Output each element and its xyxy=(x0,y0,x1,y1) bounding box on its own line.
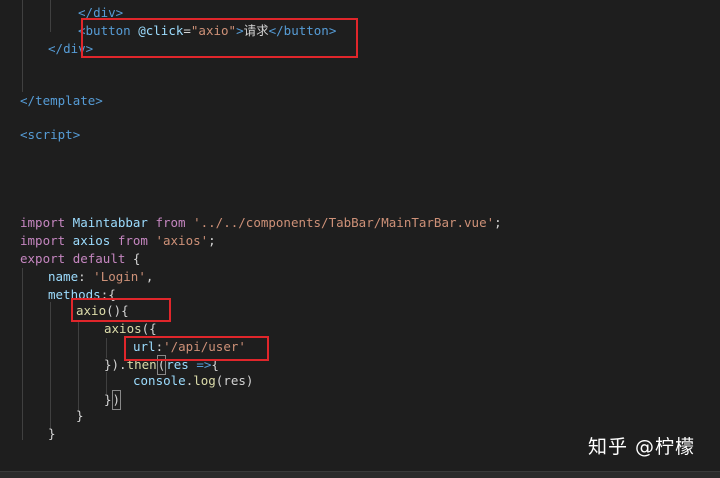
code-line: <script> xyxy=(20,126,80,144)
keyword: from xyxy=(155,215,186,230)
tag-bracket: </ xyxy=(20,93,36,108)
indent-guide xyxy=(22,0,23,92)
function-name: axios xyxy=(104,321,142,336)
code-line: console.log(res) xyxy=(133,373,254,388)
code-line: export default { xyxy=(20,251,141,266)
keyword: import xyxy=(20,233,66,248)
tag-bracket: < xyxy=(20,127,28,142)
identifier: Maintabbar xyxy=(65,215,156,230)
code-line: axios({ xyxy=(104,321,157,336)
keyword: default xyxy=(72,251,126,266)
identifier: axios xyxy=(65,233,118,248)
tag-name: script xyxy=(27,127,73,142)
code-line: name: 'Login', xyxy=(48,269,154,284)
code-line: import Maintabbar from '../../components… xyxy=(20,215,502,230)
code-line: } xyxy=(48,426,56,441)
string-literal: 'Login' xyxy=(93,269,146,284)
function-name: log xyxy=(193,373,216,388)
tag-bracket: </ xyxy=(48,41,64,56)
indent-guide xyxy=(78,320,79,412)
keyword: import xyxy=(20,215,66,230)
highlight-box-button xyxy=(81,18,358,58)
indent-guide xyxy=(50,302,51,430)
tag-bracket: > xyxy=(95,93,103,108)
tag-bracket: > xyxy=(72,127,81,142)
keyword: export xyxy=(20,251,66,266)
indent-guide xyxy=(22,268,23,440)
code-line: </template> xyxy=(20,92,103,110)
code-line: import axios from 'axios'; xyxy=(20,233,216,248)
code-line: }) xyxy=(104,390,122,410)
string-literal: '../../components/TabBar/MainTarBar.vue' xyxy=(193,215,495,230)
keyword: from xyxy=(117,233,148,248)
watermark-text: 知乎 @柠檬 xyxy=(588,436,696,458)
highlight-box-axio-method xyxy=(71,298,171,322)
code-editor[interactable]: </div> <button @click="axio">请求</button>… xyxy=(0,0,720,478)
horizontal-scrollbar[interactable] xyxy=(0,471,720,478)
bracket-match: ) xyxy=(111,390,122,410)
indent-guide xyxy=(50,0,51,32)
highlight-box-url xyxy=(124,336,269,361)
string-literal: 'axios' xyxy=(155,233,209,248)
identifier: console xyxy=(133,373,186,388)
tag-name: template xyxy=(35,93,96,108)
code-line: } xyxy=(76,408,84,423)
property-key: name xyxy=(48,269,79,284)
